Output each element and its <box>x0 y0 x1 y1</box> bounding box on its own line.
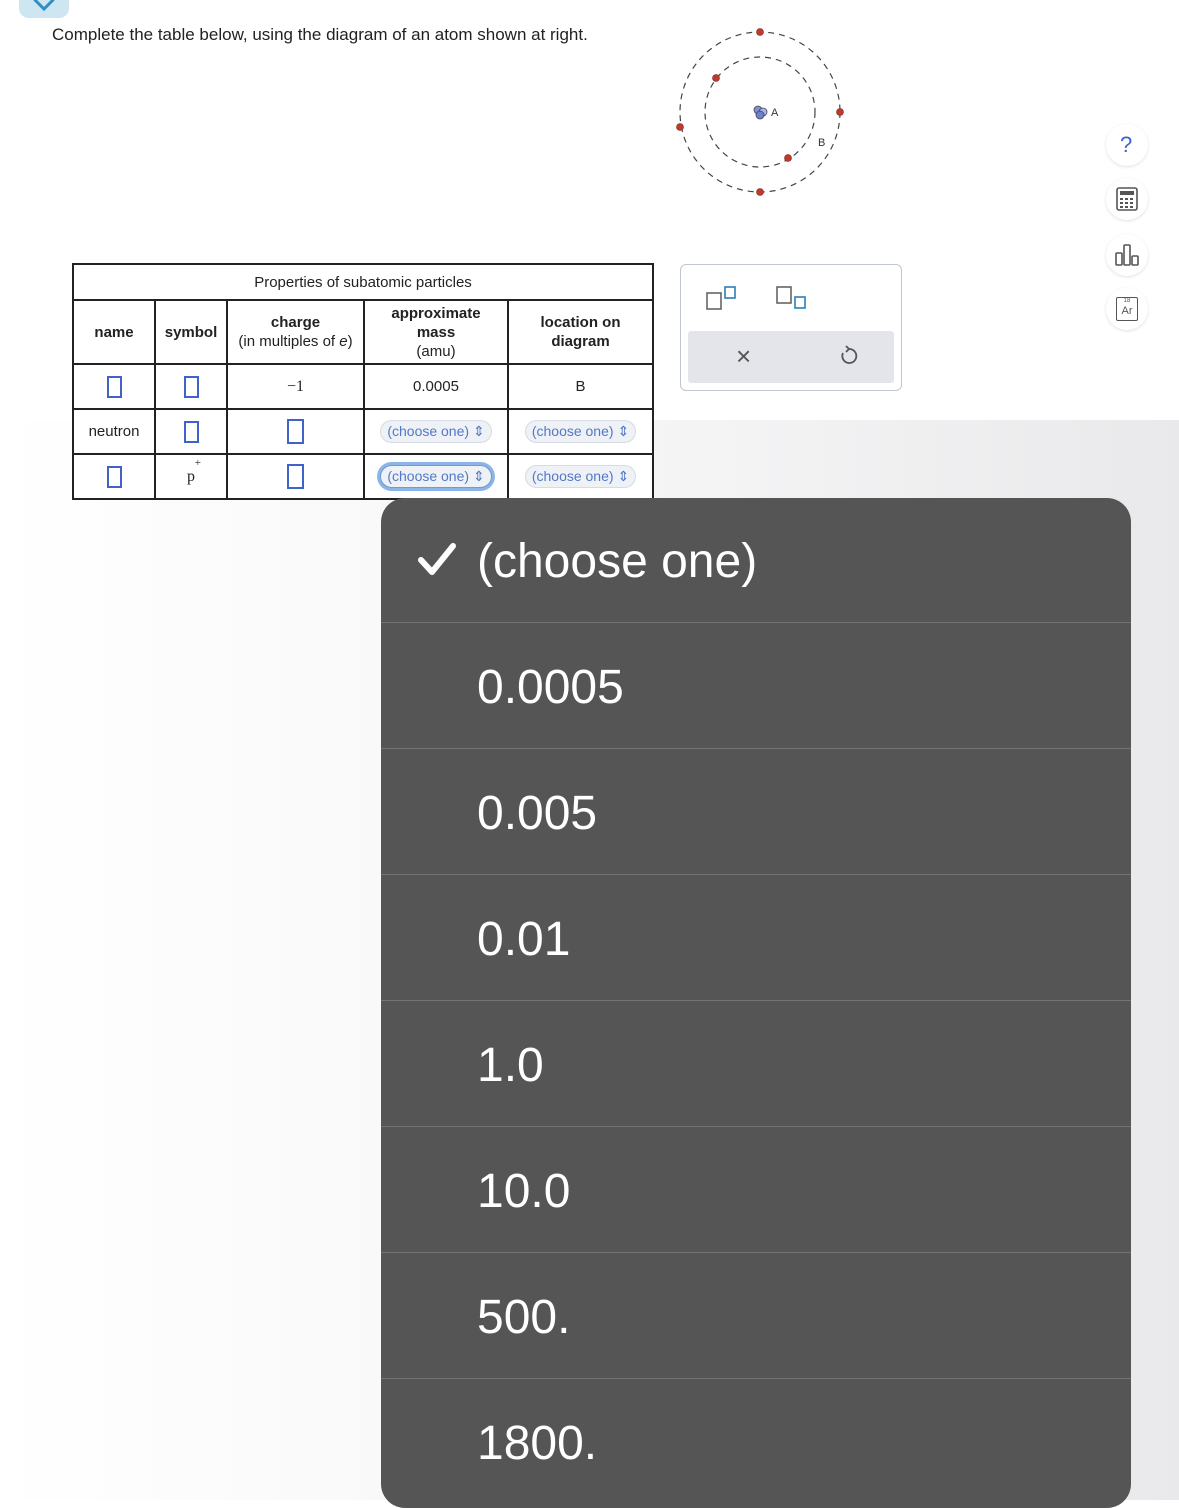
location-cell: B <box>507 363 654 410</box>
subatomic-particles-table: Properties of subatomic particles name s… <box>72 263 654 500</box>
header-mass: approximate mass (amu) <box>363 299 509 365</box>
mass-cell: (choose one) ⇕ <box>363 408 509 455</box>
dropdown-option[interactable]: (choose one) <box>381 498 1131 623</box>
symbol-cell: p + <box>154 453 228 500</box>
data-button[interactable] <box>1106 234 1148 276</box>
checkmark-icon <box>418 543 456 575</box>
table-row: p + (choose one) ⇕ (choose one) ⇕ <box>72 453 654 500</box>
location-value: B <box>575 378 586 395</box>
calculator-button[interactable] <box>1106 178 1148 220</box>
mass-cell: (choose one) ⇕ <box>363 453 509 500</box>
symbol-cell <box>154 363 228 410</box>
calculator-icon <box>1116 187 1138 211</box>
help-icon: ? <box>1120 132 1133 157</box>
dropdown-option[interactable]: 0.01 <box>381 876 1131 1001</box>
table-row: neutron (choose one) ⇕ (choose one) ⇕ <box>72 408 654 455</box>
nucleus <box>753 105 768 120</box>
dropdown-option[interactable]: 0.0005 <box>381 624 1131 749</box>
name-input[interactable] <box>106 465 122 488</box>
help-button[interactable]: ? <box>1106 124 1148 166</box>
mass-select[interactable]: (choose one) ⇕ <box>380 465 492 488</box>
mass-value: 0.0005 <box>413 378 459 395</box>
collapse-tab[interactable] <box>19 0 69 18</box>
location-cell: (choose one) ⇕ <box>507 453 654 500</box>
charge-cell <box>226 453 365 500</box>
undo-icon[interactable] <box>838 345 860 367</box>
updown-icon: ⇕ <box>472 468 485 484</box>
symbol-input[interactable] <box>183 375 199 398</box>
dropdown-option[interactable]: 1800. <box>381 1380 1131 1505</box>
dropdown-option[interactable]: 1.0 <box>381 1002 1131 1127</box>
name-value: neutron <box>88 423 140 440</box>
name-cell <box>72 363 156 410</box>
charge-value: −1 <box>286 377 305 395</box>
atom-diagram: A B <box>676 28 844 196</box>
periodic-table-button[interactable]: 18 Ar <box>1106 288 1148 330</box>
palette-actions: × <box>688 331 894 383</box>
superscript-template-icon[interactable] <box>705 285 739 311</box>
name-input[interactable] <box>106 375 122 398</box>
charge-input[interactable] <box>287 464 304 489</box>
subscript-template-icon[interactable] <box>775 285 809 311</box>
header-name: name <box>72 299 156 365</box>
header-charge: charge (in multiples of e) <box>226 299 365 365</box>
chevron-down-icon <box>33 0 55 12</box>
dropdown-option[interactable]: 0.005 <box>381 750 1131 875</box>
symbol-input[interactable] <box>183 420 199 443</box>
periodic-table-icon: 18 Ar <box>1116 297 1138 321</box>
dropdown-option[interactable]: 10.0 <box>381 1128 1131 1253</box>
table-caption: Properties of subatomic particles <box>72 263 654 301</box>
mass-cell: 0.0005 <box>363 363 509 410</box>
charge-input[interactable] <box>287 419 304 444</box>
bar-chart-icon <box>1115 244 1139 266</box>
clear-button[interactable]: × <box>736 341 751 372</box>
charge-cell: −1 <box>226 363 365 410</box>
symbol-value: p + <box>187 456 201 485</box>
mass-dropdown-menu: (choose one) 0.0005 0.005 0.01 1.0 10.0 … <box>381 498 1131 1508</box>
name-cell: neutron <box>72 408 156 455</box>
dropdown-option[interactable]: 500. <box>381 1254 1131 1379</box>
symbol-cell <box>154 408 228 455</box>
math-palette: × <box>680 264 902 391</box>
location-select[interactable]: (choose one) ⇕ <box>524 420 637 443</box>
location-select[interactable]: (choose one) ⇕ <box>524 465 637 488</box>
question-prompt: Complete the table below, using the diag… <box>52 25 588 44</box>
name-cell <box>72 453 156 500</box>
updown-icon: ⇕ <box>617 468 630 484</box>
label-b: B <box>818 137 825 149</box>
header-location: location on diagram <box>507 299 654 365</box>
updown-icon: ⇕ <box>617 423 630 439</box>
table-row: −1 0.0005 B <box>72 363 654 410</box>
location-cell: (choose one) ⇕ <box>507 408 654 455</box>
label-a: A <box>771 107 779 119</box>
updown-icon: ⇕ <box>472 423 485 439</box>
mass-select[interactable]: (choose one) ⇕ <box>380 420 492 443</box>
charge-cell <box>226 408 365 455</box>
header-symbol: symbol <box>154 299 228 365</box>
